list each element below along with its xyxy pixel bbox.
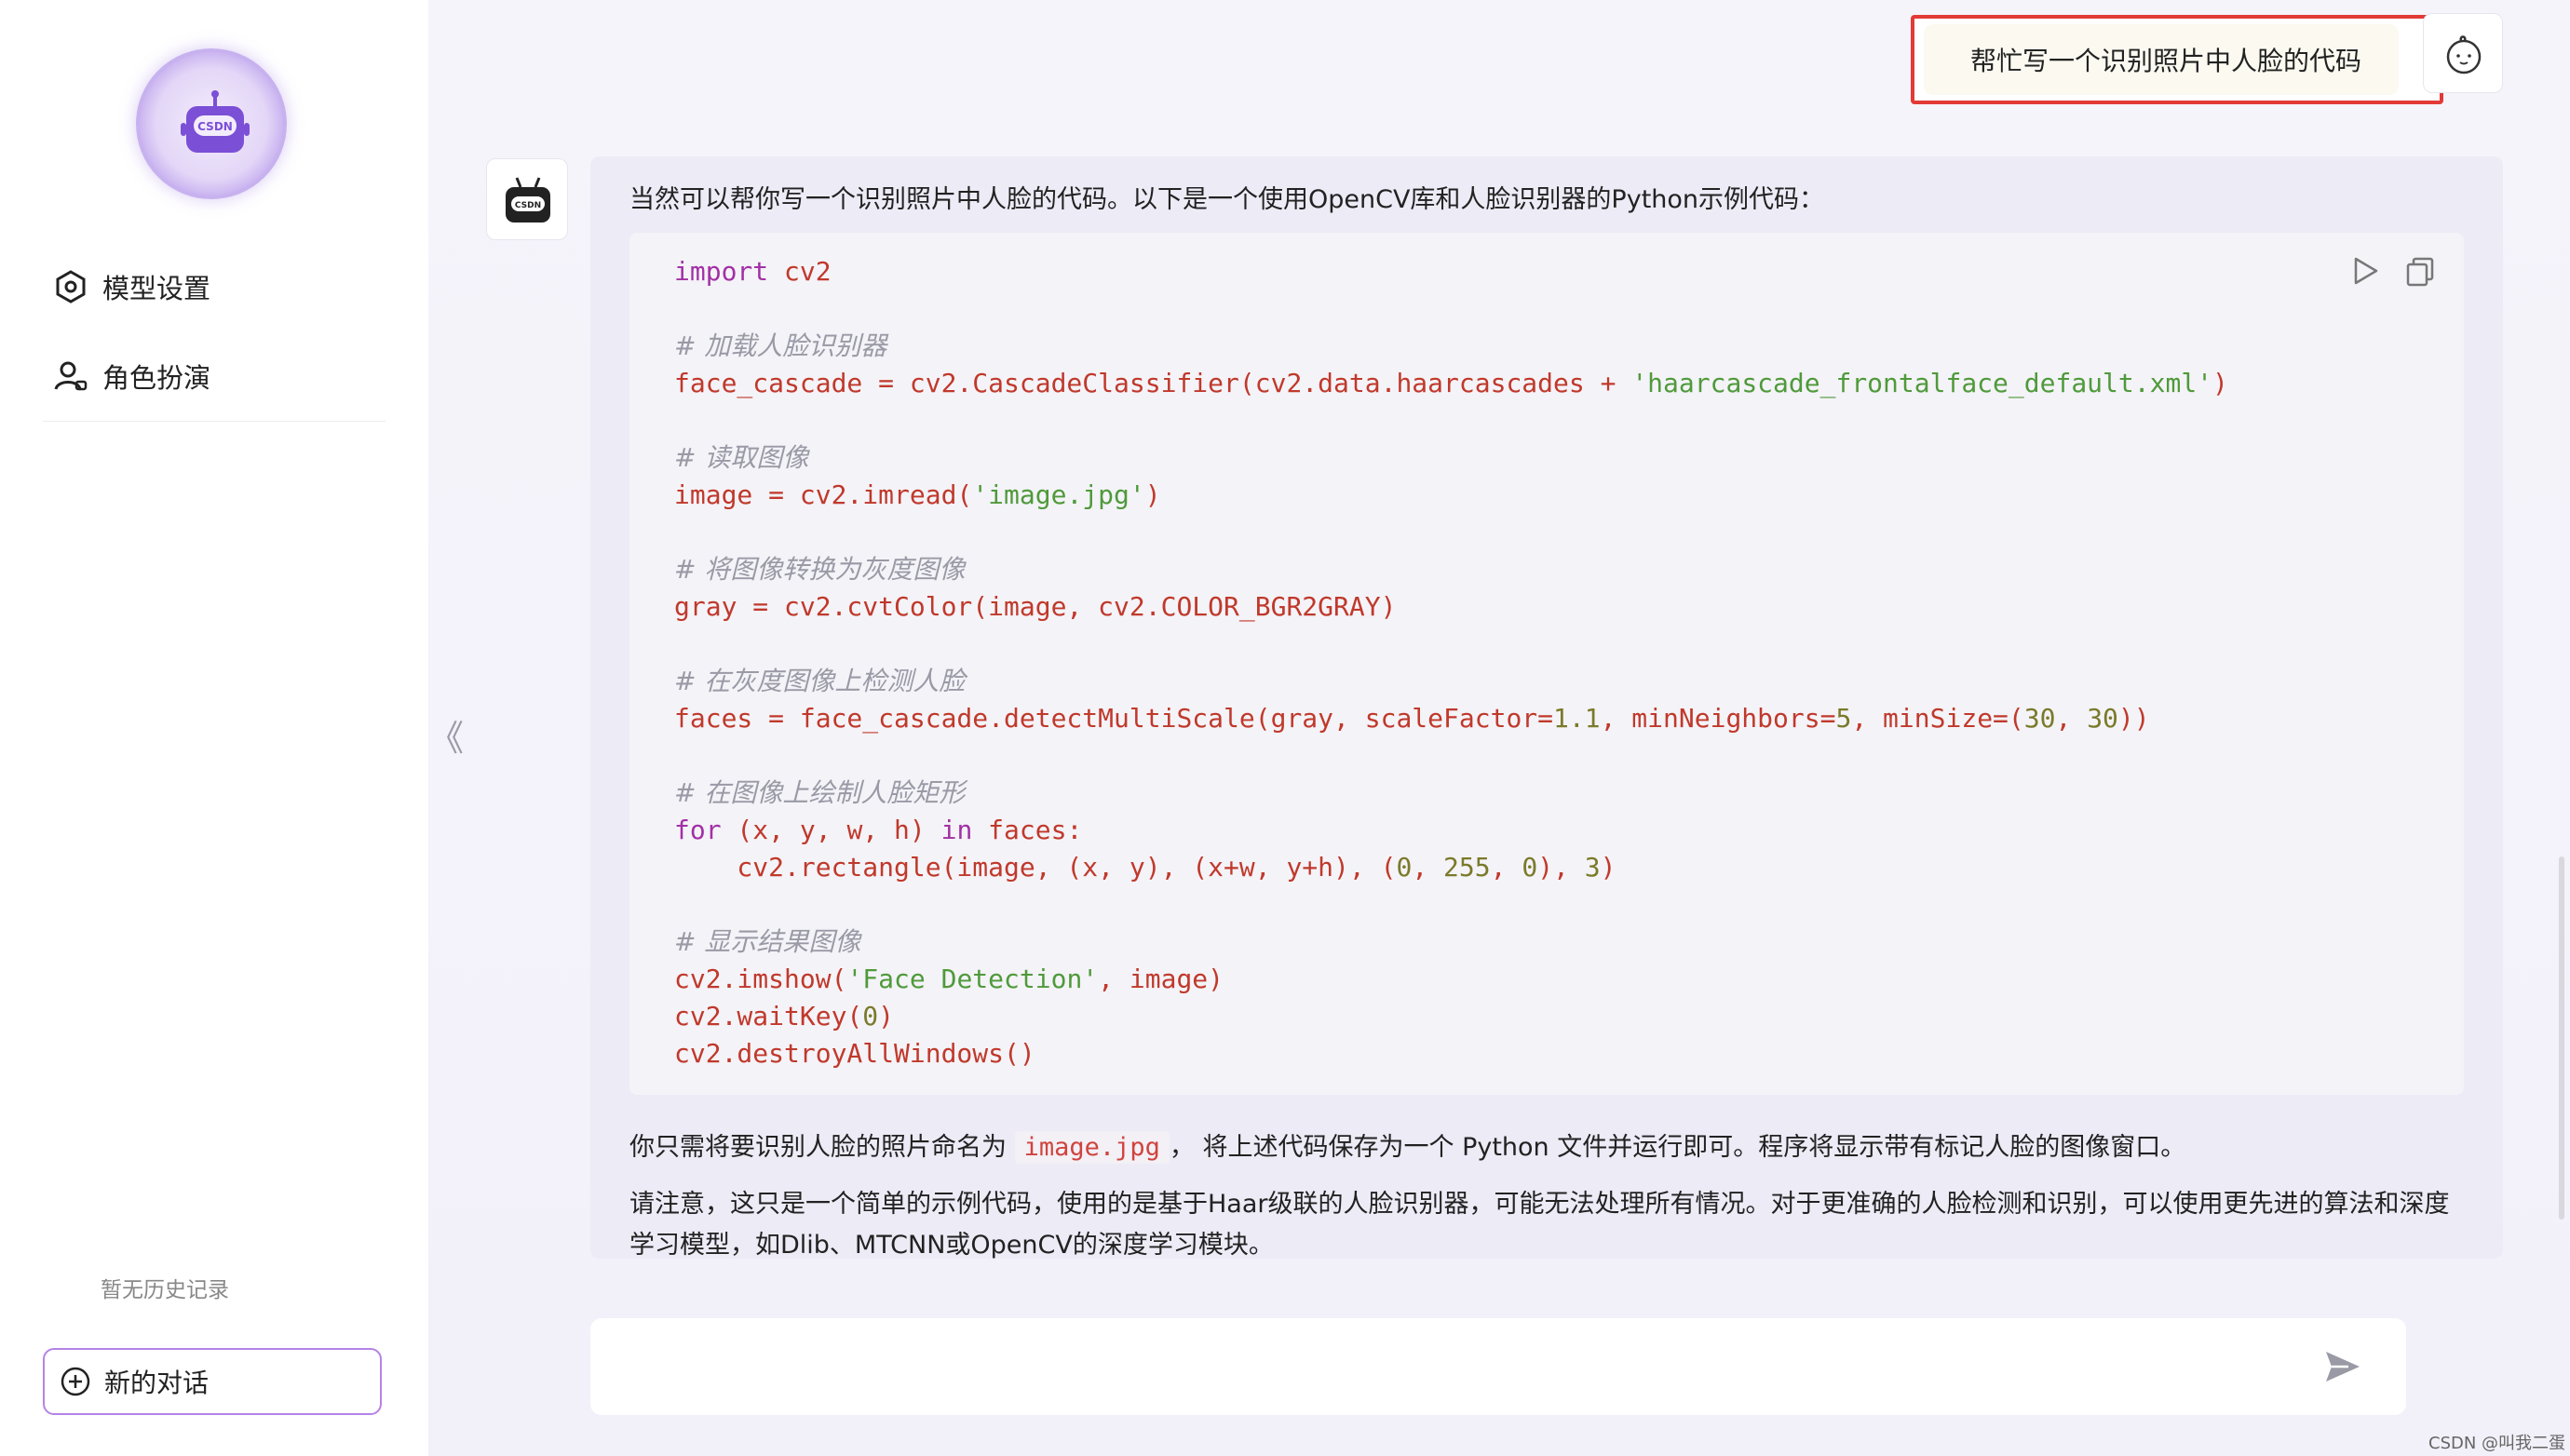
robot-logo-icon: CSDN (181, 90, 250, 153)
sidebar-divider (43, 421, 386, 422)
footer-watermark: CSDN @叫我二蛋 (2428, 1434, 2566, 1453)
code-content: import cv2 # 加载人脸识别器 face_cascade = cv2.C… (674, 253, 2228, 1072)
assistant-intro-text: 当然可以帮你写一个识别照片中人脸的代码。以下是一个使用OpenCV库和人脸识别器… (629, 185, 1825, 214)
assistant-paragraph-1: 你只需将要识别人脸的照片命名为 image.jpg， 将上述代码保存为一个 Py… (629, 1126, 2186, 1164)
scrollbar-thumb[interactable] (2559, 856, 2564, 1220)
settings-icon (56, 270, 86, 303)
code-line: import cv2 (674, 256, 832, 287)
code-line: # 显示结果图像 (674, 926, 861, 957)
code-line: cv2.waitKey(0) (674, 1001, 895, 1031)
baby-face-icon (2446, 35, 2482, 74)
robot-icon: CSDN (506, 177, 550, 222)
code-line: faces = face_cascade.detectMultiScale(gr… (674, 703, 2150, 734)
para1-text: 你只需将要识别人脸的照片命名为 (629, 1133, 1015, 1162)
code-line: # 加载人脸识别器 (674, 330, 887, 361)
collapse-sidebar-icon[interactable]: 《 (428, 709, 464, 761)
sidebar: CSDN 模型设置 角色扮演 暂无历史记录 新的对话 (0, 0, 428, 1456)
user-role-icon (54, 361, 88, 391)
sidebar-item-role-play[interactable]: 角色扮演 (52, 348, 210, 404)
new-chat-button[interactable]: 新的对话 (43, 1348, 382, 1415)
send-icon[interactable] (2322, 1346, 2363, 1387)
code-line: for (x, y, w, h) in faces: (674, 815, 1083, 845)
svg-text:CSDN: CSDN (197, 120, 233, 133)
user-message: 帮忙写一个识别照片中人脸的代码 (1924, 24, 2399, 95)
user-avatar (2423, 13, 2503, 93)
message-input[interactable] (609, 1337, 2304, 1396)
new-chat-label: 新的对话 (104, 1368, 210, 1398)
para1-text-after: ， 将上述代码保存为一个 Python 文件并运行即可。程序将显示带有标记人脸的… (1169, 1133, 2186, 1162)
sidebar-item-label: 角色扮演 (102, 362, 211, 394)
code-line: cv2.destroyAllWindows() (674, 1038, 1035, 1069)
code-line: image = cv2.imread('image.jpg') (674, 479, 1161, 510)
sidebar-item-label: 模型设置 (102, 273, 211, 304)
plus-circle-icon (61, 1367, 90, 1396)
assistant-paragraph-2: 请注意，这只是一个简单的示例代码，使用的是基于Haar级联的人脸识别器，可能无法… (629, 1190, 2450, 1260)
app-logo: CSDN (136, 48, 287, 199)
code-toolbar (2347, 253, 2438, 289)
code-line: # 在灰度图像上检测人脸 (674, 666, 966, 696)
run-icon[interactable] (2347, 253, 2382, 289)
code-line: face_cascade = cv2.CascadeClassifier(cv2… (674, 368, 2228, 398)
inline-code: image.jpg (1014, 1131, 1170, 1164)
message-input-bar (590, 1318, 2406, 1415)
sidebar-item-model-settings[interactable]: 模型设置 (52, 259, 210, 315)
svg-text:CSDN: CSDN (515, 201, 541, 210)
code-line: # 在图像上绘制人脸矩形 (674, 777, 966, 808)
code-line: gray = cv2.cvtColor(image, cv2.COLOR_BGR… (674, 591, 1397, 622)
code-line: # 将图像转换为灰度图像 (674, 554, 966, 585)
code-line: # 读取图像 (674, 442, 809, 473)
code-line: cv2.imshow('Face Detection', image) (674, 964, 1224, 994)
copy-icon[interactable] (2402, 253, 2438, 289)
code-line: cv2.rectangle(image, (x, y), (x+w, y+h),… (674, 852, 1616, 883)
bot-avatar: CSDN (486, 158, 568, 240)
no-history-text: 暂无历史记录 (101, 1278, 229, 1302)
